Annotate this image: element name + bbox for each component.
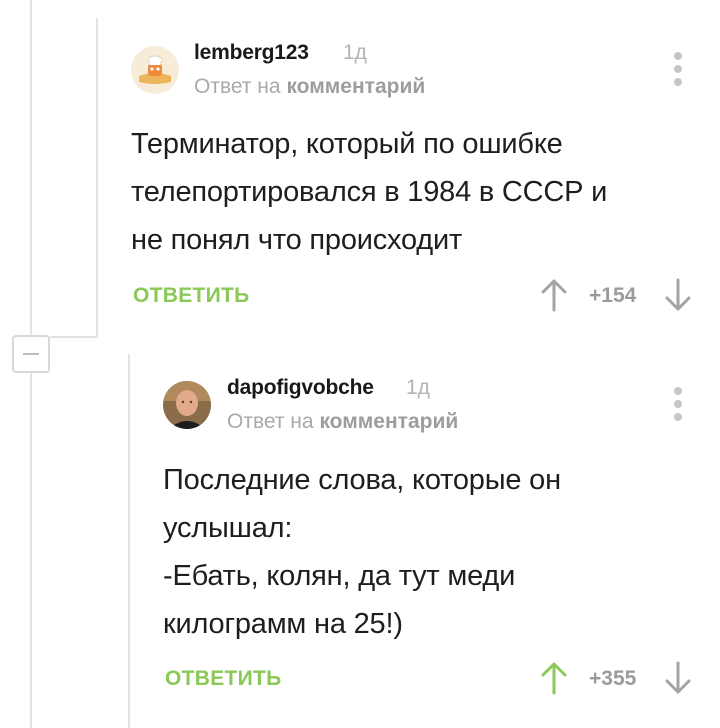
rating-count: +154 (589, 284, 637, 307)
comment-text-line: килограмм на 25!) (163, 608, 403, 640)
reply-prefix: Ответ на (227, 410, 314, 433)
reply-prefix: Ответ на (194, 75, 281, 98)
downvote-arrow-icon[interactable] (665, 661, 691, 700)
reply-target-link[interactable]: комментарий (286, 75, 425, 98)
reply-context: Ответ на комментарий (227, 410, 458, 434)
comment-text-line: телепортировался в 1984 в СССР и (131, 176, 608, 208)
comment-text: Последние слова, которые он услышал: -Еб… (163, 456, 561, 648)
reply-target-link[interactable]: комментарий (319, 410, 458, 433)
more-options-icon[interactable] (672, 52, 684, 86)
author-name[interactable]: lemberg123 (194, 41, 309, 65)
comment-text-line: -Ебать, колян, да тут меди (163, 560, 516, 592)
comment-text-line: не понял что происходит (131, 224, 463, 256)
comment-text: Терминатор, который по ошибке телепортир… (131, 120, 607, 264)
comment: dapofigvobche 1д Ответ на комментарий По… (0, 330, 720, 728)
comment: lemberg123 1д Ответ на комментарий Терми… (0, 0, 720, 330)
reply-button[interactable]: ОТВЕТИТЬ (165, 667, 282, 691)
timestamp: 1д (343, 41, 367, 64)
avatar[interactable] (163, 381, 211, 429)
timestamp: 1д (406, 376, 430, 399)
reply-button[interactable]: ОТВЕТИТЬ (133, 284, 250, 308)
author-name[interactable]: dapofigvobche (227, 376, 374, 400)
comment-text-line: Терминатор, который по ошибке (131, 128, 563, 160)
comment-text-line: услышал: (163, 512, 293, 544)
comment-text-line: Последние слова, которые он (163, 464, 561, 496)
upvote-arrow-icon[interactable] (541, 661, 567, 700)
rating-count: +355 (589, 667, 637, 690)
reply-context: Ответ на комментарий (194, 75, 425, 99)
downvote-arrow-icon[interactable] (665, 278, 691, 317)
more-options-icon[interactable] (672, 387, 684, 421)
avatar[interactable] (131, 46, 179, 94)
upvote-arrow-icon[interactable] (541, 278, 567, 317)
